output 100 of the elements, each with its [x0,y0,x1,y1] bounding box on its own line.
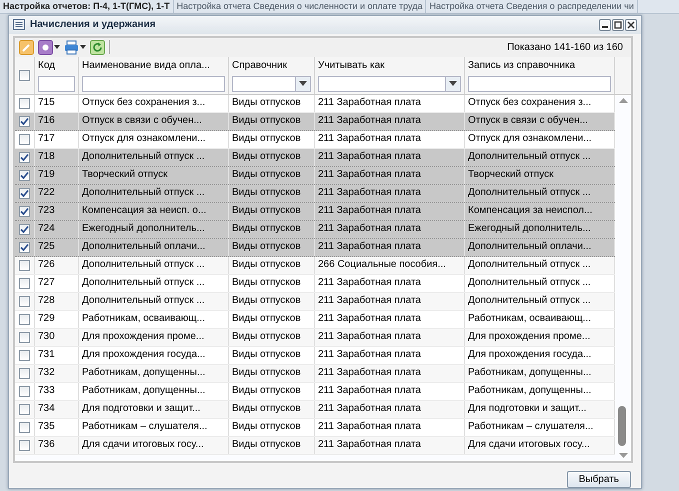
filter-field[interactable] [468,76,611,92]
table-cell: 211 Заработная плата [315,382,465,400]
table-cell: 719 [35,166,79,184]
table-cell: 211 Заработная плата [315,130,465,148]
close-icon [627,20,635,29]
filter-field[interactable] [38,76,75,92]
filter-field[interactable] [82,76,225,92]
refresh-button[interactable] [90,40,105,55]
background-tab[interactable]: Настройка отчета Сведения о численности и оплате труда [174,0,426,13]
table-cell: 735 [35,418,79,436]
table-cell: 736 [35,436,79,454]
table-cell: Виды отпусков [229,94,315,112]
column-header[interactable]: Учитывать как [318,58,461,73]
table-cell: 211 Заработная плата [315,166,465,184]
table-cell: 715 [35,94,79,112]
close-button[interactable] [625,18,637,31]
table-cell: Дополнительный отпуск ... [79,148,229,166]
gear-menu-button[interactable] [38,40,60,55]
maximize-icon [614,20,622,29]
table-cell: Дополнительный отпуск ... [465,274,615,292]
checkbox[interactable] [19,188,30,199]
table-cell: Работникам, допущенны... [79,382,229,400]
caret-icon [299,81,307,86]
table-cell: Виды отпусков [229,364,315,382]
background-tab[interactable]: Настройка отчетов: П-4, 1-Т(ГМС), 1-Т [0,0,174,13]
table-cell: Виды отпусков [229,130,315,148]
table-cell: 731 [35,346,79,364]
table-cell: Компенсация за неиспол... [465,202,615,220]
table-cell: 727 [35,274,79,292]
checkbox[interactable] [19,242,30,253]
background-tab[interactable]: Настройка отчета Сведения о распределении чи [426,0,638,13]
checkbox[interactable] [19,278,30,289]
table-cell: Компенсация за неисп. о... [79,202,229,220]
table-cell: Виды отпусков [229,292,315,310]
checkbox[interactable] [19,422,30,433]
table-cell: Виды отпусков [229,238,315,256]
checkbox[interactable] [19,134,30,145]
table-cell: Виды отпусков [229,436,315,454]
print-menu-button[interactable] [64,40,86,55]
select-button[interactable]: Выбрать [566,471,631,488]
table-cell: Отпуск в связи с обучен... [79,112,229,130]
checkbox[interactable] [19,404,30,415]
scroll-down-icon[interactable] [618,453,628,458]
table-cell: Отпуск для ознакомлени... [465,130,615,148]
table-cell: 211 Заработная плата [315,112,465,130]
table-cell: Творческий отпуск [79,166,229,184]
checkbox[interactable] [19,260,30,271]
checkbox[interactable] [19,170,30,181]
dropdown-button[interactable] [295,76,310,91]
table-cell: Дополнительный отпуск ... [465,292,615,310]
list-icon [13,19,25,30]
checkbox[interactable] [19,332,30,343]
table-cell: Виды отпусков [229,166,315,184]
maximize-button[interactable] [612,18,624,31]
table-cell: 211 Заработная плата [315,292,465,310]
column-header[interactable]: Справочник [232,58,311,73]
table-cell: Ежегодный дополнитель... [465,220,615,238]
table-cell: 733 [35,382,79,400]
checkbox[interactable] [19,70,30,81]
table-cell: 716 [35,112,79,130]
window-title: Начисления и удержания [30,19,157,30]
table-cell: 211 Заработная плата [315,400,465,418]
minimize-button[interactable] [599,18,611,31]
table-cell: Дополнительный оплачи... [465,238,615,256]
column-header[interactable]: Код [38,58,75,73]
table-cell: Виды отпусков [229,346,315,364]
checkbox[interactable] [19,440,30,451]
column-header[interactable]: Наименование вида опла... [82,58,225,73]
caret-icon [449,81,457,86]
scrollbar-thumb[interactable] [618,406,626,446]
table-cell: Отпуск для ознакомлени... [79,130,229,148]
table-cell: Дополнительный отпуск ... [465,184,615,202]
checkbox[interactable] [19,224,30,235]
dropdown-button[interactable] [445,76,460,91]
table-cell: 718 [35,148,79,166]
table-cell: Для подготовки и защит... [465,400,615,418]
table-cell: Работникам, допущенны... [465,364,615,382]
checkbox[interactable] [19,206,30,217]
checkbox[interactable] [19,368,30,379]
column-header[interactable]: Запись из справочника [468,58,611,73]
checkbox[interactable] [19,116,30,127]
table-cell: Дополнительный отпуск ... [79,292,229,310]
table-cell: 211 Заработная плата [315,220,465,238]
paging-info: Показано 141-160 из 160 [507,42,624,53]
table-cell: Виды отпусков [229,382,315,400]
table-cell: Отпуск без сохранения з... [79,94,229,112]
checkbox[interactable] [19,386,30,397]
table-cell: Виды отпусков [229,256,315,274]
table-cell: Для прохождения проме... [79,328,229,346]
checkbox[interactable] [19,296,30,307]
scroll-up-icon[interactable] [618,98,628,103]
checkbox[interactable] [19,152,30,163]
edit-button[interactable] [19,40,34,55]
checkbox[interactable] [19,350,30,361]
table-cell: Отпуск в связи с обучен... [465,112,615,130]
checkbox[interactable] [19,98,30,109]
table-cell: 723 [35,202,79,220]
table-cell: 211 Заработная плата [315,238,465,256]
table-cell: Виды отпусков [229,310,315,328]
checkbox[interactable] [19,314,30,325]
